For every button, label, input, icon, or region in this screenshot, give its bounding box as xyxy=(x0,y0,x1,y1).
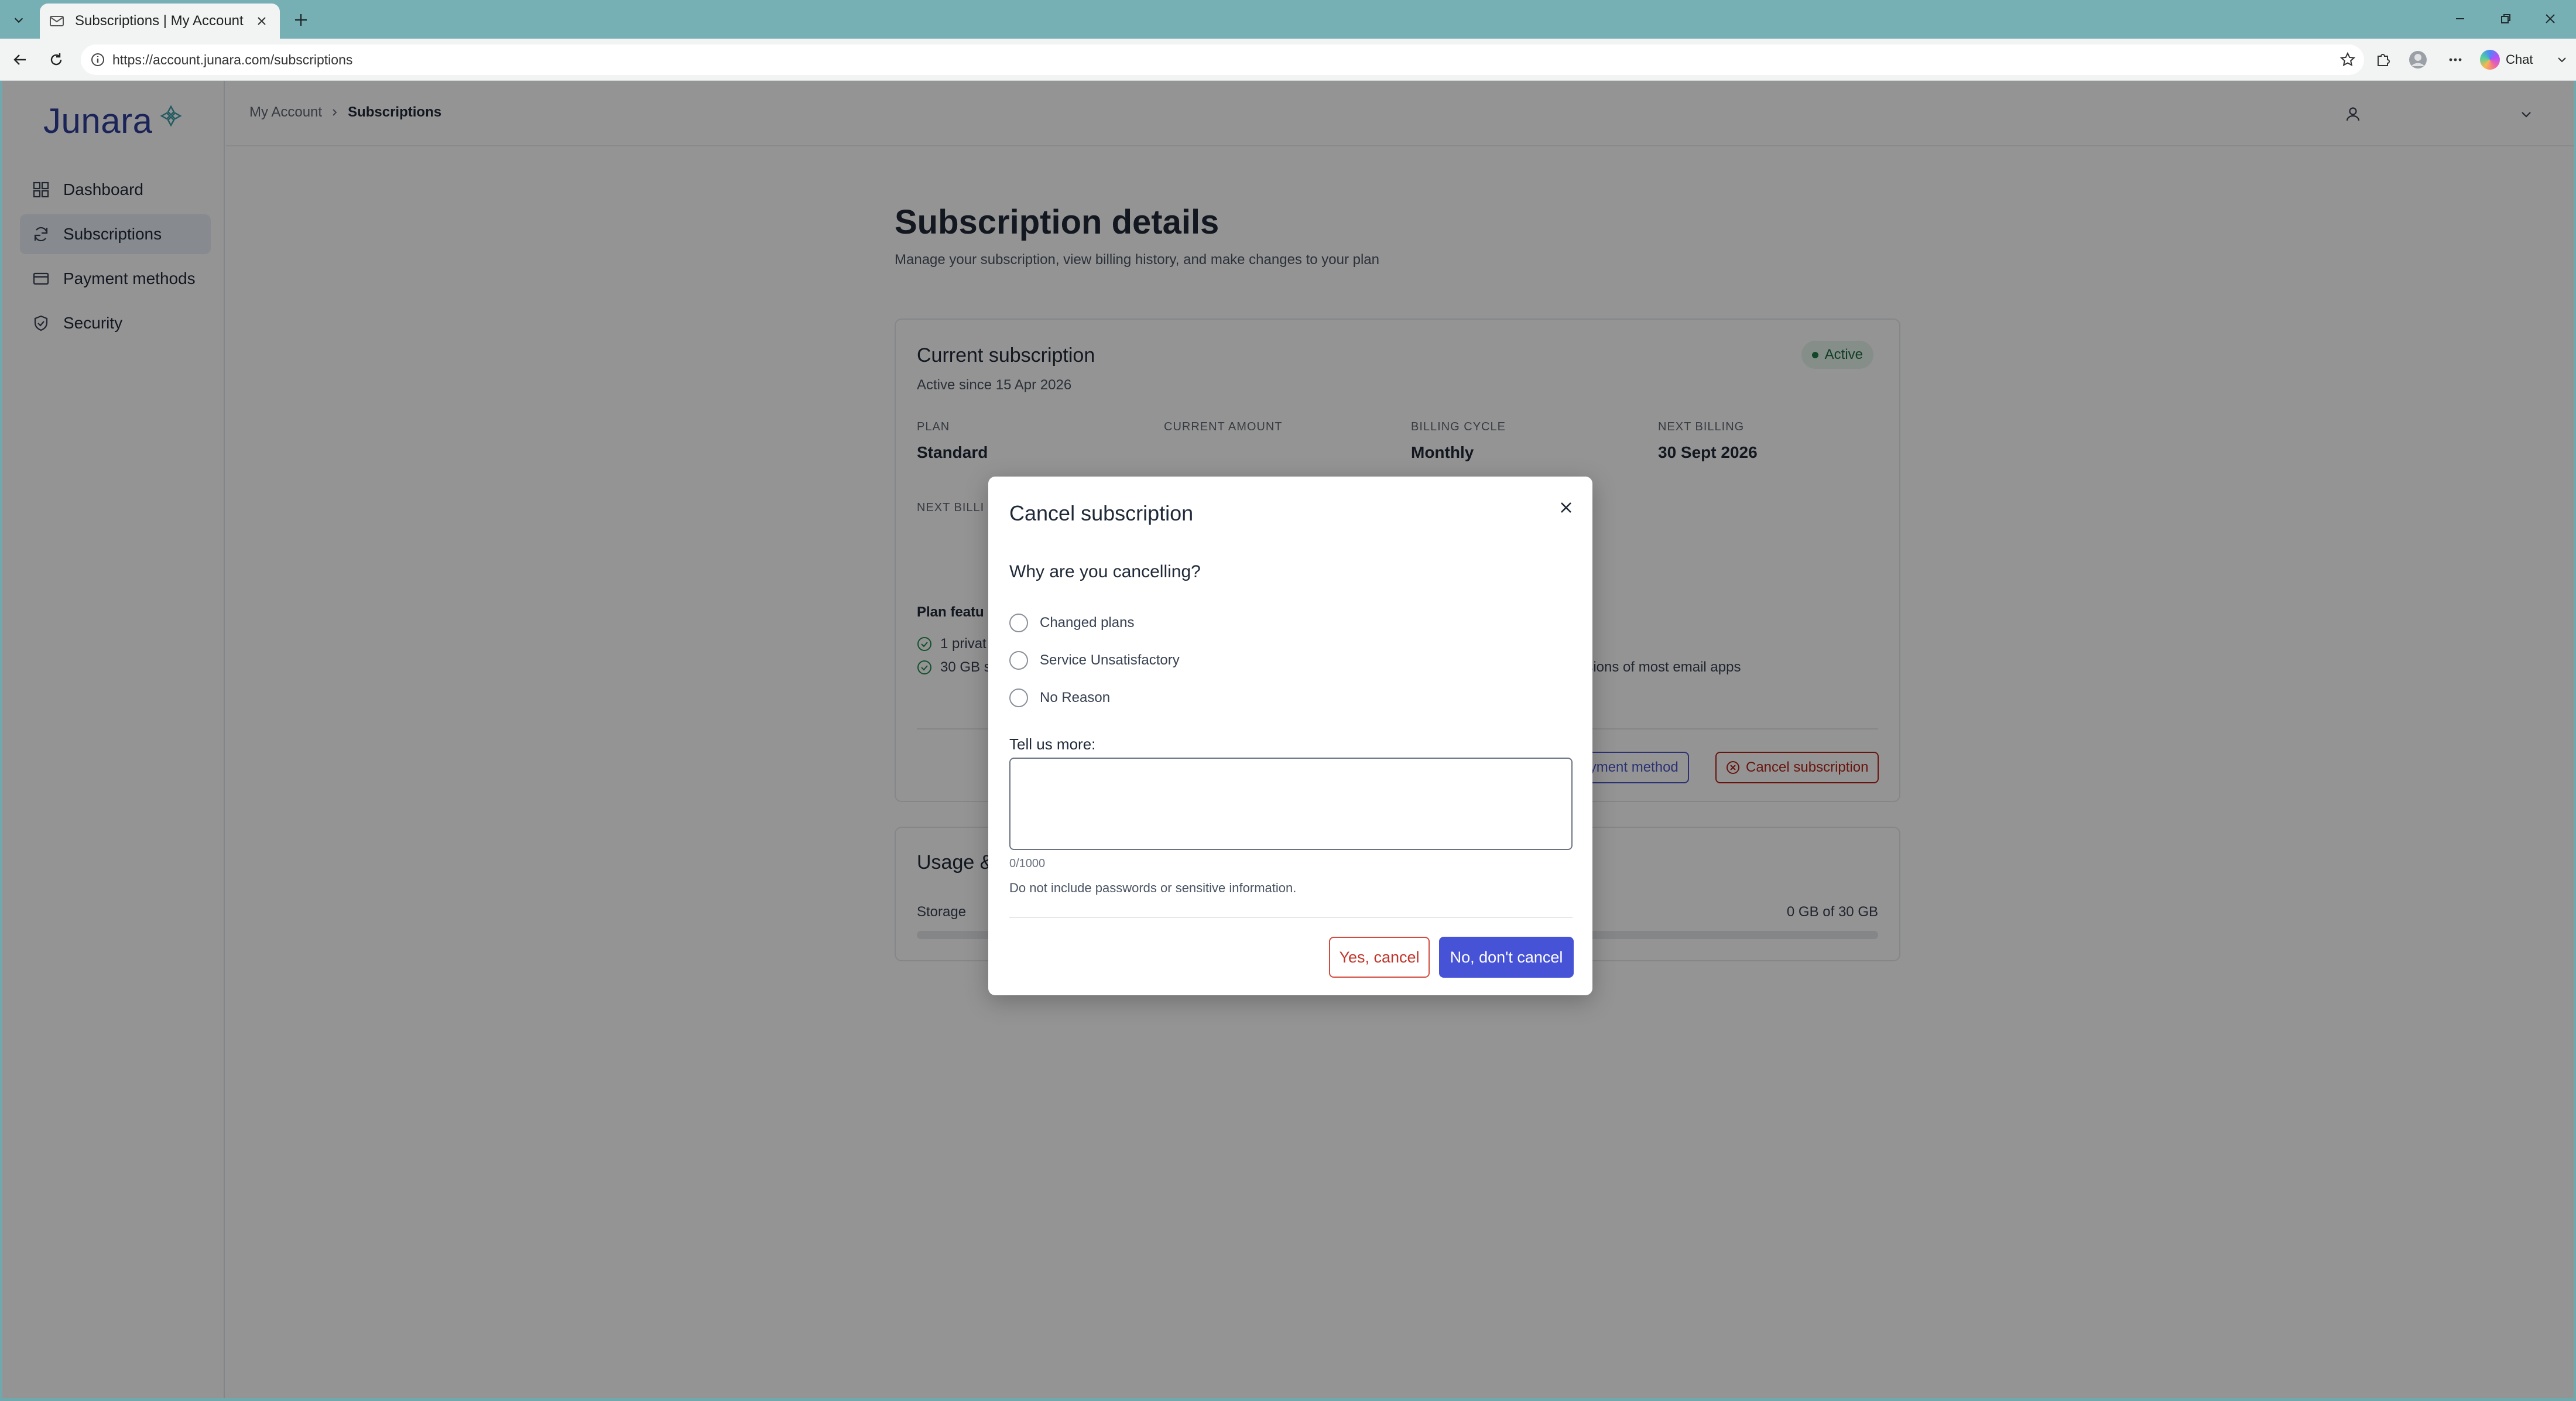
tell-us-more-label: Tell us more: xyxy=(1009,735,1096,753)
radio-button[interactable] xyxy=(1009,614,1028,632)
profile-avatar-icon[interactable] xyxy=(2405,47,2431,73)
url-text: https://account.junara.com/subscriptions xyxy=(112,52,353,67)
browser-toolbar: https://account.junara.com/subscriptions… xyxy=(0,39,2576,81)
cancel-subscription-dialog: Cancel subscription Why are you cancelli… xyxy=(988,477,1592,995)
yes-cancel-button[interactable]: Yes, cancel xyxy=(1329,937,1430,978)
reason-label: Service Unsatisfactory xyxy=(1040,652,1180,668)
reason-option-service-unsatisfactory[interactable]: Service Unsatisfactory xyxy=(1009,651,1180,670)
chat-label: Chat xyxy=(2506,52,2533,67)
dialog-title: Cancel subscription xyxy=(1009,501,1194,525)
back-icon[interactable] xyxy=(6,46,34,74)
more-menu-icon[interactable] xyxy=(2443,47,2468,73)
chat-chevron-icon[interactable] xyxy=(2549,47,2575,73)
page: Junara Dashboard Subscriptions Payment m… xyxy=(2,81,2574,1398)
no-dont-cancel-button[interactable]: No, don't cancel xyxy=(1439,937,1574,978)
reason-option-no-reason[interactable]: No Reason xyxy=(1009,688,1110,707)
restore-icon[interactable] xyxy=(2488,6,2523,32)
tab-close-icon[interactable] xyxy=(253,12,270,30)
site-info-icon[interactable] xyxy=(90,52,105,67)
tab-list-chevron-icon[interactable] xyxy=(5,7,33,33)
new-tab-icon[interactable] xyxy=(289,8,313,32)
radio-button[interactable] xyxy=(1009,688,1028,707)
reason-label: No Reason xyxy=(1040,690,1111,705)
dialog-divider xyxy=(1009,917,1573,918)
character-counter: 0/1000 xyxy=(1009,857,1046,870)
tab-title: Subscriptions | My Account xyxy=(75,13,244,29)
close-icon[interactable] xyxy=(1553,494,1580,521)
window-close-icon[interactable] xyxy=(2533,6,2568,32)
address-bar[interactable]: https://account.junara.com/subscriptions xyxy=(81,44,2364,75)
reason-label: Changed plans xyxy=(1040,615,1135,631)
radio-button[interactable] xyxy=(1009,651,1028,670)
minimize-icon[interactable] xyxy=(2443,6,2478,32)
reason-option-changed-plans[interactable]: Changed plans xyxy=(1009,614,1134,632)
reload-icon[interactable] xyxy=(42,46,70,74)
cancel-reason-question: Why are you cancelling? xyxy=(1009,562,1201,581)
privacy-hint: Do not include passwords or sensitive in… xyxy=(1009,881,1297,895)
feedback-textarea[interactable] xyxy=(1009,758,1573,850)
copilot-icon xyxy=(2480,50,2500,70)
chat-button[interactable]: Chat xyxy=(2480,46,2550,74)
mail-icon xyxy=(50,16,64,26)
favorite-star-icon[interactable] xyxy=(2339,52,2356,68)
extensions-icon[interactable] xyxy=(2370,47,2396,73)
browser-tab[interactable]: Subscriptions | My Account xyxy=(40,4,280,39)
browser-titlebar: Subscriptions | My Account xyxy=(0,0,2576,39)
